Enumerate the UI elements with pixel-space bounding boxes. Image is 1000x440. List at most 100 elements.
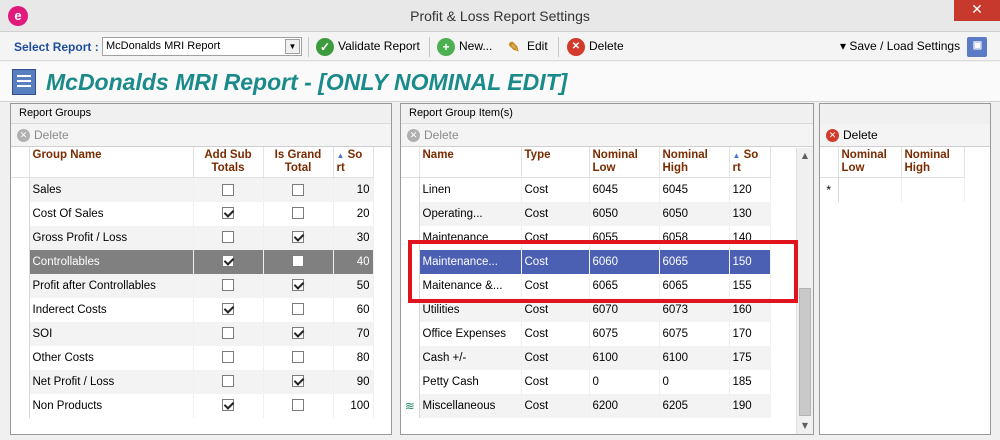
table-row[interactable]: Non Products 100	[11, 393, 374, 418]
delete-report-button[interactable]: ✕ Delete	[567, 37, 624, 57]
add-sub-totals-cell[interactable]	[193, 369, 264, 394]
is-grand-total-checkbox[interactable]	[292, 303, 304, 316]
add-sub-totals-cell[interactable]	[193, 225, 264, 250]
item-type-cell[interactable]: Cost	[521, 321, 590, 346]
nominal-high-cell[interactable]: 6045	[659, 177, 730, 202]
add-sub-totals-checkbox[interactable]	[222, 279, 234, 292]
add-sub-totals-cell[interactable]	[193, 321, 264, 346]
add-sub-totals-cell[interactable]	[193, 345, 264, 370]
group-name-header[interactable]: Group Name	[29, 147, 194, 178]
item-sort-cell[interactable]: 120	[729, 177, 771, 202]
scroll-down-icon[interactable]: ▼	[797, 418, 813, 434]
nominal-high-cell[interactable]: 6050	[659, 201, 730, 226]
is-grand-total-checkbox[interactable]	[292, 375, 304, 388]
group-name-cell[interactable]: Controllables	[29, 249, 194, 274]
table-row[interactable]: Profit after Controllables 50	[11, 273, 374, 298]
is-grand-total-checkbox[interactable]	[292, 399, 304, 412]
is-grand-total-cell[interactable]	[263, 393, 334, 418]
sort-cell[interactable]: 30	[333, 225, 374, 250]
is-grand-total-checkbox[interactable]	[292, 231, 304, 244]
item-type-cell[interactable]: Cost	[521, 177, 590, 202]
new-button[interactable]: + New...	[437, 37, 492, 57]
delete-nominal-button[interactable]: ✕ Delete	[820, 124, 990, 147]
nominal-low-cell[interactable]: 6050	[589, 201, 660, 226]
sort-cell[interactable]: 90	[333, 369, 374, 394]
item-sort-cell[interactable]: 130	[729, 201, 771, 226]
save-load-settings-button[interactable]: ▾ Save / Load Settings ▣	[840, 37, 991, 57]
close-button[interactable]: ✕	[954, 0, 1000, 21]
nominal-low-cell[interactable]: 6075	[589, 321, 660, 346]
add-sub-totals-checkbox[interactable]	[222, 207, 234, 220]
group-name-cell[interactable]: Non Products	[29, 393, 194, 418]
nominal-high-cell[interactable]: 6100	[659, 345, 730, 370]
sort-cell[interactable]: 20	[333, 201, 374, 226]
nominal-high-cell[interactable]: 0	[659, 369, 730, 394]
add-sub-totals-checkbox[interactable]	[222, 327, 234, 340]
report-select[interactable]: McDonalds MRI Report ▼	[102, 37, 302, 56]
add-sub-totals-checkbox[interactable]	[222, 255, 234, 268]
add-sub-totals-checkbox[interactable]	[222, 351, 234, 364]
is-grand-total-checkbox[interactable]	[292, 279, 304, 292]
validate-report-button[interactable]: ✓ Validate Report	[316, 37, 420, 57]
item-type-header[interactable]: Type	[521, 147, 590, 178]
item-sort-cell[interactable]: 185	[729, 369, 771, 394]
sort-cell[interactable]: 50	[333, 273, 374, 298]
sort-header[interactable]: ▲ So rt	[333, 147, 374, 178]
group-name-cell[interactable]: Cost Of Sales	[29, 201, 194, 226]
sort-cell[interactable]: 10	[333, 177, 374, 202]
table-row[interactable]: Gross Profit / Loss 30	[11, 225, 374, 250]
item-sort-cell[interactable]: 170	[729, 321, 771, 346]
nominal-low-header[interactable]: Nominal Low	[838, 147, 902, 178]
nominal-low-header[interactable]: Nominal Low	[589, 147, 660, 178]
table-row[interactable]: Net Profit / Loss 90	[11, 369, 374, 394]
is-grand-total-header[interactable]: Is Grand Total	[263, 147, 334, 178]
nominal-low-cell[interactable]: 0	[589, 369, 660, 394]
is-grand-total-cell[interactable]	[263, 369, 334, 394]
group-name-cell[interactable]: Other Costs	[29, 345, 194, 370]
table-row[interactable]: Cash +/- Cost 6100 6100 175	[401, 345, 771, 370]
table-row[interactable]: Operating... Cost 6050 6050 130	[401, 201, 771, 226]
is-grand-total-cell[interactable]	[263, 225, 334, 250]
add-sub-totals-checkbox[interactable]	[222, 231, 234, 244]
is-grand-total-checkbox[interactable]	[292, 183, 304, 196]
group-name-cell[interactable]: Inderect Costs	[29, 297, 194, 322]
is-grand-total-cell[interactable]	[263, 177, 334, 202]
table-row[interactable]: Linen Cost 6045 6045 120	[401, 177, 771, 202]
is-grand-total-cell[interactable]	[263, 297, 334, 322]
new-row[interactable]: *	[820, 177, 965, 202]
item-name-cell[interactable]: Miscellaneous	[419, 393, 522, 418]
add-sub-totals-cell[interactable]	[193, 201, 264, 226]
items-scroll-thumb[interactable]	[799, 288, 811, 416]
scroll-up-icon[interactable]: ▲	[797, 148, 813, 164]
table-row[interactable]: Inderect Costs 60	[11, 297, 374, 322]
table-row[interactable]: ≋ Miscellaneous Cost 6200 6205 190	[401, 393, 771, 418]
item-type-cell[interactable]: Cost	[521, 345, 590, 370]
item-name-header[interactable]: Name	[419, 147, 522, 178]
is-grand-total-checkbox[interactable]	[292, 327, 304, 340]
new-row-high-cell[interactable]	[901, 177, 965, 202]
table-row[interactable]: Office Expenses Cost 6075 6075 170	[401, 321, 771, 346]
item-type-cell[interactable]: Cost	[521, 201, 590, 226]
table-row[interactable]: Cost Of Sales 20	[11, 201, 374, 226]
add-sub-totals-cell[interactable]	[193, 177, 264, 202]
add-sub-totals-cell[interactable]	[193, 249, 264, 274]
nominal-high-header[interactable]: Nominal High	[659, 147, 730, 178]
group-name-cell[interactable]: SOI	[29, 321, 194, 346]
item-name-cell[interactable]: Petty Cash	[419, 369, 522, 394]
table-row[interactable]: Other Costs 80	[11, 345, 374, 370]
item-type-cell[interactable]: Cost	[521, 393, 590, 418]
item-type-cell[interactable]: Cost	[521, 369, 590, 394]
group-name-cell[interactable]: Net Profit / Loss	[29, 369, 194, 394]
item-name-cell[interactable]: Cash +/-	[419, 345, 522, 370]
is-grand-total-cell[interactable]	[263, 201, 334, 226]
add-sub-totals-header[interactable]: Add Sub Totals	[193, 147, 264, 178]
nominal-low-cell[interactable]: 6045	[589, 177, 660, 202]
sort-cell[interactable]: 40	[333, 249, 374, 274]
nominal-low-cell[interactable]: 6200	[589, 393, 660, 418]
is-grand-total-cell[interactable]	[263, 273, 334, 298]
new-row-low-cell[interactable]	[838, 177, 902, 202]
group-name-cell[interactable]: Profit after Controllables	[29, 273, 194, 298]
add-sub-totals-checkbox[interactable]	[222, 375, 234, 388]
nominal-high-cell[interactable]: 6205	[659, 393, 730, 418]
table-row[interactable]: SOI 70	[11, 321, 374, 346]
